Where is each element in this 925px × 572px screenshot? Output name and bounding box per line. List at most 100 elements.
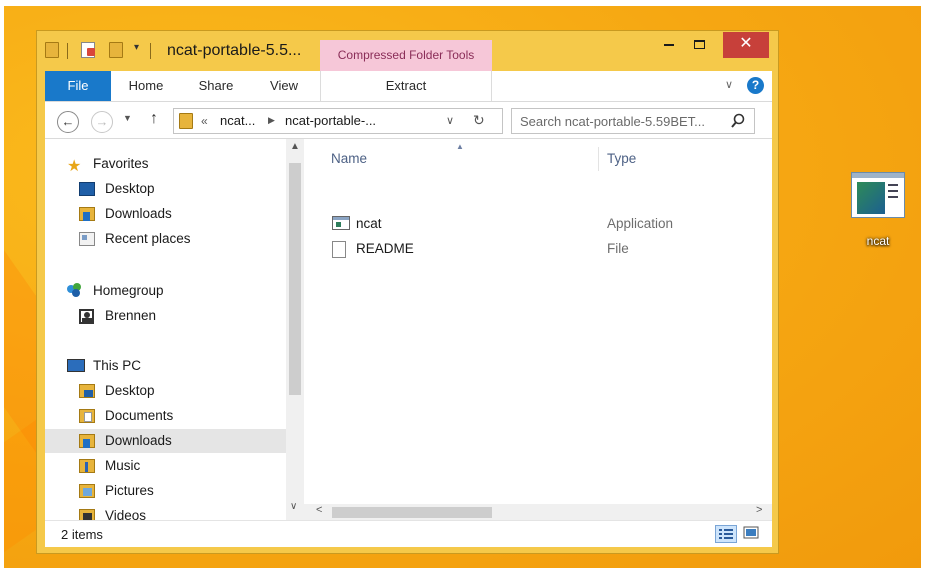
- nav-item-label: Documents: [105, 408, 174, 423]
- nav-scroll-thumb[interactable]: [289, 163, 301, 395]
- nav-homegroup-brennen[interactable]: Brennen: [45, 304, 286, 328]
- address-toolbar: ← → ▼ ↑ « ncat... ▶ ncat-portable-... ∨ …: [45, 101, 772, 139]
- tab-file[interactable]: File: [45, 71, 111, 101]
- table-row[interactable]: ncat Application: [304, 212, 772, 236]
- breadcrumb-ncat[interactable]: ncat...: [220, 113, 255, 128]
- nav-pc-downloads[interactable]: Downloads: [45, 429, 286, 453]
- h-scroll-thumb[interactable]: [332, 507, 492, 518]
- nav-item-label: Desktop: [105, 181, 155, 196]
- column-header-type[interactable]: Type: [607, 151, 636, 166]
- expand-ribbon-chevron-icon[interactable]: ∨: [725, 78, 733, 91]
- pictures-folder-icon: [79, 484, 95, 498]
- recent-places-icon: [79, 232, 95, 246]
- properties-icon[interactable]: [81, 42, 95, 58]
- nav-homegroup[interactable]: Homegroup: [45, 279, 286, 303]
- downloads-folder-icon: [79, 434, 95, 448]
- back-button[interactable]: ←: [57, 111, 79, 133]
- breadcrumb-overflow[interactable]: «: [201, 114, 208, 128]
- large-icons-view-button[interactable]: [741, 525, 763, 543]
- new-folder-icon[interactable]: [109, 42, 123, 58]
- nav-pc-desktop[interactable]: Desktop: [45, 379, 286, 403]
- breadcrumb-ncat-portable[interactable]: ncat-portable-...: [285, 113, 376, 128]
- videos-folder-icon: [79, 509, 95, 520]
- forward-arrow-icon: →: [95, 114, 109, 129]
- scroll-right-icon[interactable]: >: [756, 504, 762, 516]
- nav-item-label: Recent places: [105, 231, 191, 246]
- desktop-folder-icon: [79, 384, 95, 398]
- file-icon: [332, 241, 346, 258]
- refresh-icon[interactable]: ↻: [473, 112, 485, 129]
- tab-home[interactable]: Home: [111, 71, 181, 101]
- desktop-icon-ncat[interactable]: ncat: [846, 172, 910, 252]
- horizontal-scrollbar[interactable]: < >: [304, 504, 772, 520]
- column-divider[interactable]: [598, 147, 599, 171]
- close-icon: ✕: [739, 35, 753, 52]
- computer-icon: [67, 359, 85, 372]
- explorer-window: ▾ ncat-portable-5.5... Compressed Folder…: [36, 30, 779, 554]
- sort-ascending-icon: ▲: [456, 142, 464, 151]
- downloads-folder-icon: [79, 207, 95, 221]
- close-button[interactable]: ✕: [723, 32, 769, 58]
- address-bar[interactable]: « ncat... ▶ ncat-portable-... ∨ ↻: [173, 108, 503, 134]
- application-icon: [332, 216, 350, 230]
- nav-favorites-downloads[interactable]: Downloads: [45, 202, 286, 226]
- file-name: ncat: [356, 216, 382, 231]
- file-list: ▲ Name Type ncat Application README File: [304, 139, 772, 504]
- up-arrow-icon[interactable]: ↑: [150, 110, 158, 128]
- nav-favorites-desktop[interactable]: Desktop: [45, 177, 286, 201]
- search-box[interactable]: [511, 108, 755, 134]
- file-type: Application: [607, 216, 674, 231]
- nav-favorites-recent-places[interactable]: Recent places: [45, 227, 286, 251]
- table-row[interactable]: README File: [304, 237, 772, 261]
- title-bar[interactable]: ▾ ncat-portable-5.5... Compressed Folder…: [37, 31, 778, 71]
- nav-this-pc[interactable]: This PC: [45, 354, 286, 378]
- nav-homegroup-label: Homegroup: [93, 283, 164, 298]
- nav-this-pc-label: This PC: [93, 358, 142, 373]
- forward-button[interactable]: →: [91, 111, 113, 133]
- back-arrow-icon: ←: [61, 114, 75, 129]
- nav-item-label: Brennen: [105, 308, 157, 323]
- details-view-button[interactable]: [715, 525, 737, 543]
- customize-quick-access-icon[interactable]: ▾: [134, 42, 139, 53]
- tab-view[interactable]: View: [251, 71, 317, 101]
- address-dropdown-chevron-icon[interactable]: ∨: [446, 114, 454, 127]
- minimize-icon: [664, 43, 674, 46]
- scroll-left-icon[interactable]: <: [316, 504, 322, 516]
- star-icon: ★: [67, 158, 82, 175]
- context-tab-compressed-folder-tools: Compressed Folder Tools: [320, 40, 492, 71]
- nav-item-label: Music: [105, 458, 141, 473]
- desktop: ncat ▾ ncat-portable-5.5... Compressed F…: [0, 0, 925, 572]
- nav-pane-scrollbar[interactable]: ▲ ∨: [286, 139, 304, 520]
- nav-pc-music[interactable]: Music: [45, 454, 286, 478]
- breadcrumb-arrow-icon[interactable]: ▶: [268, 115, 275, 126]
- recent-locations-chevron-icon[interactable]: ▼: [123, 113, 132, 123]
- minimize-button[interactable]: [655, 32, 683, 58]
- documents-folder-icon: [79, 409, 95, 423]
- maximize-button[interactable]: [685, 32, 713, 58]
- nav-pc-pictures[interactable]: Pictures: [45, 479, 286, 503]
- nav-favorites[interactable]: ★ Favorites: [45, 152, 286, 176]
- tab-share[interactable]: Share: [181, 71, 251, 101]
- nav-pc-videos[interactable]: Videos: [45, 504, 286, 520]
- search-input[interactable]: [520, 112, 720, 130]
- column-header-name[interactable]: Name: [331, 151, 367, 166]
- status-bar: 2 items: [45, 520, 772, 547]
- desktop-icon-label: ncat: [866, 234, 890, 248]
- homegroup-icon: [67, 283, 83, 297]
- ribbon-tabs: File Home Share View Extract ∨ ?: [45, 71, 772, 101]
- tab-extract[interactable]: Extract: [320, 71, 492, 101]
- nav-pc-documents[interactable]: Documents: [45, 404, 286, 428]
- navigation-pane: ★ Favorites Desktop Downloads Recent pla…: [45, 139, 286, 520]
- nav-item-label: Downloads: [105, 433, 172, 448]
- help-icon[interactable]: ?: [747, 77, 764, 94]
- scroll-up-icon[interactable]: ▲: [290, 141, 300, 152]
- nav-item-label: Desktop: [105, 383, 155, 398]
- search-icon[interactable]: [730, 112, 746, 130]
- window-title: ncat-portable-5.5...: [167, 42, 302, 59]
- nav-item-label: Downloads: [105, 206, 172, 221]
- music-folder-icon: [79, 459, 95, 473]
- folder-icon: [179, 113, 193, 129]
- scroll-down-icon[interactable]: ∨: [290, 501, 297, 512]
- application-icon: [851, 172, 905, 218]
- large-icons-view-icon: [743, 526, 759, 539]
